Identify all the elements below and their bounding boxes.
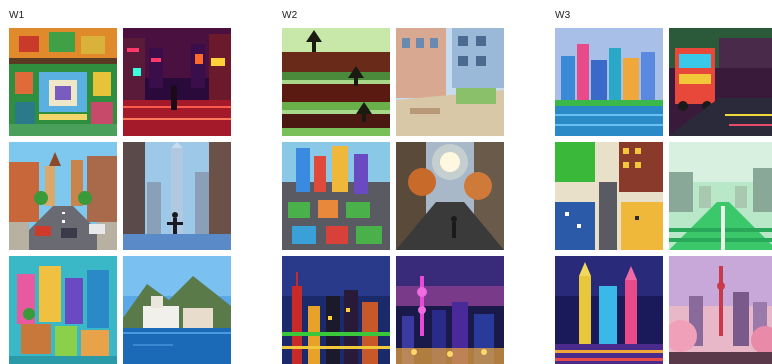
image-tile [555,256,663,364]
image-tile [396,142,504,250]
image-tile [555,28,663,136]
group-w3: W3 [555,0,772,364]
image-tile [123,28,231,136]
image-tile [669,142,772,250]
image-tile [669,28,772,136]
group-w2: W2 [282,0,506,364]
image-tile [123,256,231,364]
image-tile [396,256,504,364]
image-tile [9,142,117,250]
image-tile [282,28,390,136]
group-label: W3 [555,10,571,21]
group-label: W2 [282,10,298,21]
group-label: W1 [9,10,25,21]
image-tile [9,28,117,136]
image-tile [396,28,504,136]
group-w1: W1 [9,0,233,364]
image-tile [9,256,117,364]
image-tile [123,142,231,250]
image-tile [555,142,663,250]
image-tile [282,142,390,250]
image-tile [282,256,390,364]
image-tile [669,256,772,364]
